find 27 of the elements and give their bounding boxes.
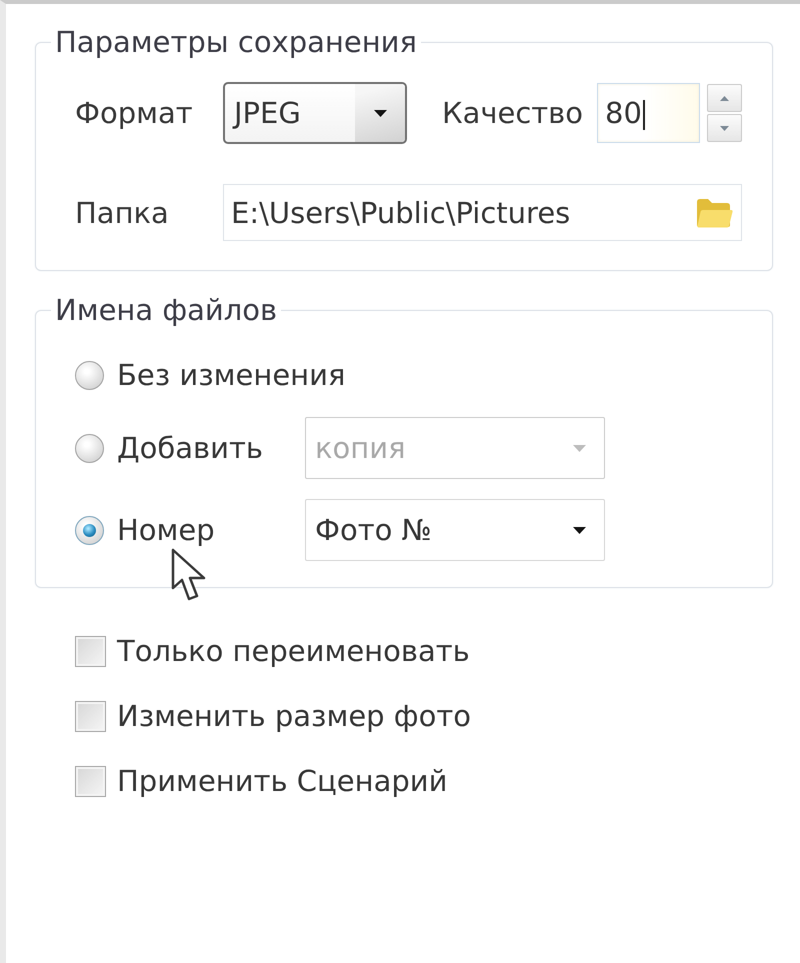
spin-up-button[interactable] bbox=[707, 84, 742, 112]
folder-icon[interactable] bbox=[695, 196, 733, 228]
radio-label[interactable]: Номер bbox=[117, 513, 215, 547]
caret-icon bbox=[572, 444, 586, 452]
radio-button[interactable] bbox=[75, 516, 104, 544]
radio-button[interactable] bbox=[75, 360, 104, 390]
folder-label: Папка bbox=[75, 196, 170, 230]
checkbox-label[interactable]: Применить Сценарий bbox=[117, 764, 448, 798]
checkbox-label[interactable]: Изменить размер фото bbox=[117, 699, 471, 733]
caret-icon bbox=[572, 526, 586, 534]
format-label: Формат bbox=[75, 96, 194, 130]
radio-button[interactable] bbox=[75, 434, 104, 462]
caret-icon bbox=[374, 110, 386, 116]
name-dropdown[interactable]: Фото № bbox=[305, 499, 605, 561]
caret-up-icon bbox=[720, 96, 729, 100]
checkbox[interactable] bbox=[75, 700, 106, 732]
folder-path-field[interactable]: E:\Users\Public\Pictures bbox=[223, 184, 742, 241]
checkbox[interactable] bbox=[75, 766, 106, 796]
quality-field[interactable]: 80 bbox=[597, 83, 700, 143]
checkbox-label[interactable]: Только переименовать bbox=[117, 634, 470, 668]
format-dropdown[interactable]: JPEG bbox=[223, 82, 407, 144]
radio-label[interactable]: Добавить bbox=[117, 431, 263, 465]
quality-label: Качество bbox=[442, 96, 583, 130]
spin-down-button[interactable] bbox=[707, 114, 742, 142]
caret-down-icon bbox=[720, 126, 729, 130]
checkbox[interactable] bbox=[75, 636, 106, 666]
radio-label[interactable]: Без изменения bbox=[117, 358, 346, 392]
